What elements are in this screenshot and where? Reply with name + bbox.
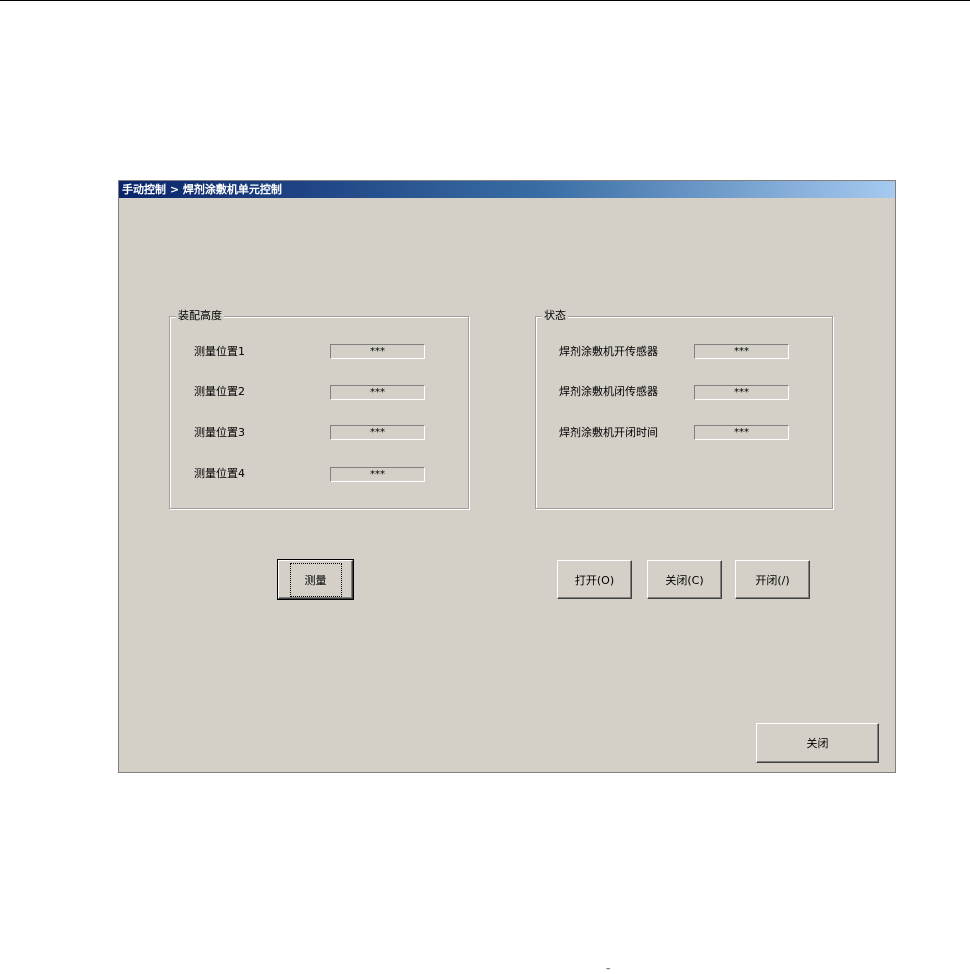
page-footer-mark: – bbox=[606, 964, 611, 974]
assembly-height-title: 装配高度 bbox=[176, 309, 224, 323]
top-rule bbox=[0, 0, 970, 1]
measure-position-1-label: 测量位置1 bbox=[194, 345, 245, 358]
status-group: 状态 焊剂涂敷机开传感器 *** 焊剂涂敷机闭传感器 *** 焊剂涂敷机开闭时间… bbox=[535, 309, 833, 509]
open-button[interactable]: 打开(O) bbox=[557, 560, 632, 599]
measure-position-4-label: 测量位置4 bbox=[194, 467, 245, 480]
control-window: 手动控制 > 焊剂涂敷机单元控制 装配高度 测量位置1 *** 测量位置2 **… bbox=[118, 180, 896, 773]
status-title: 状态 bbox=[542, 309, 568, 323]
measure-button-label: 测量 bbox=[289, 562, 342, 597]
open-close-time-value: *** bbox=[694, 425, 789, 440]
open-close-button[interactable]: 开闭(/) bbox=[735, 560, 810, 599]
open-sensor-label: 焊剂涂敷机开传感器 bbox=[559, 345, 658, 358]
close-window-button[interactable]: 关闭 bbox=[756, 723, 879, 763]
measure-position-3-value: *** bbox=[330, 425, 425, 440]
measure-position-2-value: *** bbox=[330, 385, 425, 400]
close-sensor-value: *** bbox=[694, 385, 789, 400]
open-close-time-label: 焊剂涂敷机开闭时间 bbox=[559, 426, 658, 439]
measure-button[interactable]: 测量 bbox=[277, 559, 354, 600]
measure-position-2-label: 测量位置2 bbox=[194, 385, 245, 398]
measure-position-1-value: *** bbox=[330, 344, 425, 359]
measure-position-3-label: 测量位置3 bbox=[194, 426, 245, 439]
close-valve-button[interactable]: 关闭(C) bbox=[647, 560, 722, 599]
open-sensor-value: *** bbox=[694, 344, 789, 359]
window-title: 手动控制 > 焊剂涂敷机单元控制 bbox=[119, 181, 895, 198]
assembly-height-group: 装配高度 测量位置1 *** 测量位置2 *** 测量位置3 *** 测量位置4… bbox=[169, 309, 469, 509]
close-sensor-label: 焊剂涂敷机闭传感器 bbox=[559, 385, 658, 398]
measure-position-4-value: *** bbox=[330, 467, 425, 482]
